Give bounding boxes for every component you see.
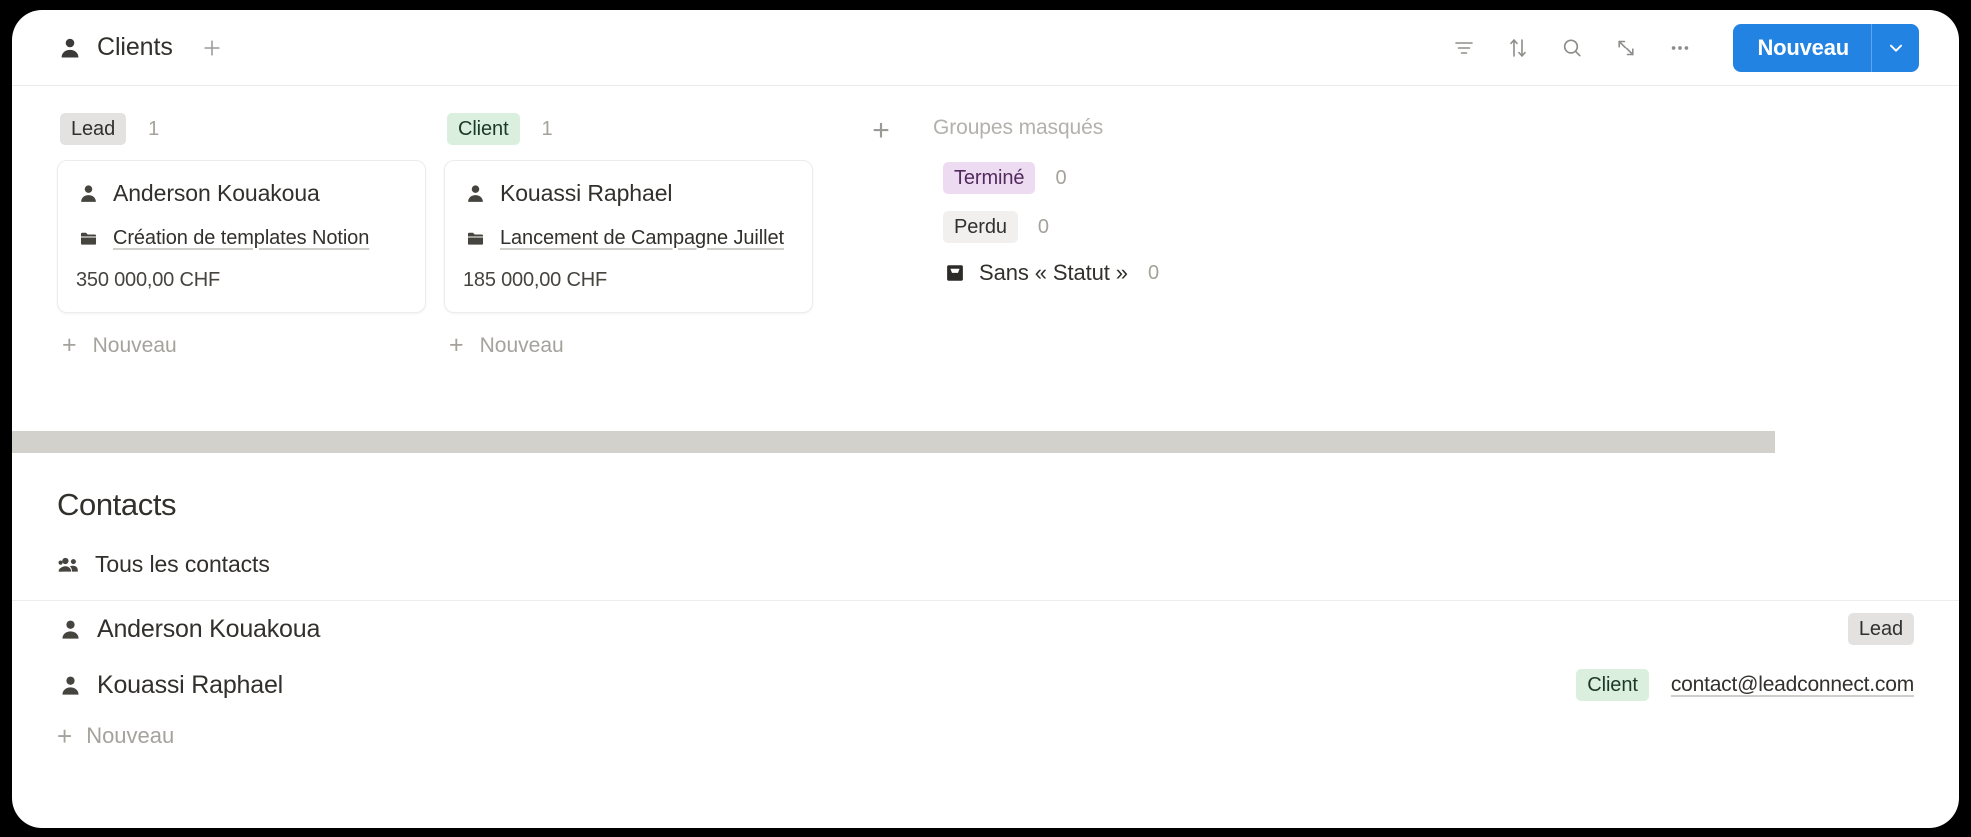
card-project-row: Lancement de Campagne Juillet (463, 226, 794, 250)
status-badge: Lead (60, 113, 127, 145)
horizontal-scrollbar[interactable] (12, 431, 1775, 453)
filter-icon[interactable] (1449, 33, 1479, 63)
card-person-row: Kouassi Raphael (463, 180, 794, 207)
board-column-lead: Lead 1 Anderson Kouakoua Création de tem… (57, 112, 426, 358)
person-icon (57, 35, 83, 61)
hidden-group-count: 0 (1037, 215, 1049, 238)
folder-icon (463, 226, 487, 250)
horizontal-scrollbar-track[interactable] (12, 431, 1959, 453)
card-person-name: Anderson Kouakoua (113, 180, 320, 206)
tab-all-contacts[interactable]: Tous les contacts (57, 551, 1914, 600)
table-row[interactable]: Anderson Kouakoua Lead (57, 601, 1914, 657)
inbox-icon (943, 261, 967, 285)
card-person-name: Kouassi Raphael (500, 180, 673, 206)
column-count: 1 (148, 117, 160, 140)
plus-icon: + (872, 114, 890, 147)
contacts-new-label: Nouveau (86, 723, 175, 748)
more-icon[interactable] (1665, 33, 1695, 63)
hidden-group-label: Sans « Statut » (979, 260, 1128, 285)
contact-meta: Lead (1847, 613, 1914, 645)
page-title: Clients (97, 33, 173, 61)
app-window: Clients Nouveau Lead 1 Anderson Kouakoua… (12, 10, 1959, 828)
column-new-button[interactable]: + Nouveau (444, 333, 813, 358)
status-badge: Client (447, 113, 520, 145)
card-amount-row: 185 000,00 CHF (463, 269, 794, 292)
card-amount: 350 000,00 CHF (76, 269, 220, 291)
card-project-link[interactable]: Lancement de Campagne Juillet (500, 227, 784, 250)
expand-icon[interactable] (1611, 33, 1641, 63)
table-row[interactable]: Kouassi Raphael Client contact@leadconne… (57, 657, 1914, 713)
person-icon (57, 672, 83, 698)
sort-icon[interactable] (1503, 33, 1533, 63)
contact-name: Anderson Kouakoua (97, 614, 321, 643)
hidden-groups-panel: Groupes masqués Terminé 0 Perdu 0 Sans «… (931, 112, 1959, 303)
person-icon (463, 182, 487, 206)
status-badge: Lead (1847, 613, 1914, 645)
header-left-group: Clients (57, 33, 227, 63)
column-new-label: Nouveau (92, 333, 177, 357)
person-icon (57, 616, 83, 642)
hidden-groups-title: Groupes masqués (933, 116, 1104, 139)
status-badge: Perdu (943, 211, 1018, 243)
plus-icon: + (449, 331, 464, 359)
contact-email[interactable]: contact@leadconnect.com (1671, 673, 1914, 697)
contacts-new-button[interactable]: + Nouveau (57, 723, 1914, 749)
column-header[interactable]: Lead 1 (57, 112, 426, 146)
contact-name: Kouassi Raphael (97, 670, 284, 699)
hidden-group-label-group: Sans « Statut » (943, 260, 1128, 286)
hidden-group-termine[interactable]: Terminé 0 (931, 162, 1959, 194)
new-button[interactable]: Nouveau (1733, 23, 1919, 72)
board-card[interactable]: Anderson Kouakoua Création de templates … (57, 160, 426, 313)
hidden-group-count: 0 (1147, 261, 1160, 284)
add-group-button[interactable]: + (831, 112, 931, 146)
plus-icon: + (62, 331, 77, 359)
card-project-link[interactable]: Création de templates Notion (113, 227, 369, 250)
people-group-icon (57, 553, 81, 577)
card-amount: 185 000,00 CHF (463, 269, 607, 291)
database-header: Clients Nouveau (12, 10, 1959, 86)
contact-name-group: Anderson Kouakoua (57, 615, 320, 644)
status-badge: Client (1576, 669, 1649, 701)
hidden-group-sans-statut[interactable]: Sans « Statut » 0 (931, 260, 1959, 286)
contacts-heading: Contacts (57, 487, 177, 522)
tab-all-contacts-label: Tous les contacts (95, 551, 270, 577)
contacts-section: Contacts Tous les contacts Anderson Koua… (12, 453, 1959, 749)
new-button-label: Nouveau (1757, 34, 1849, 60)
hidden-group-count: 0 (1055, 166, 1067, 189)
board-view: Lead 1 Anderson Kouakoua Création de tem… (12, 86, 1959, 431)
column-count: 1 (541, 117, 553, 140)
contact-meta: Client contact@leadconnect.com (1576, 669, 1914, 701)
column-header[interactable]: Client 1 (444, 112, 813, 146)
column-new-button[interactable]: + Nouveau (57, 333, 426, 358)
board-column-client: Client 1 Kouassi Raphael Lancement de Ca… (444, 112, 813, 358)
status-badge: Terminé (943, 162, 1036, 194)
column-new-label: Nouveau (479, 333, 564, 357)
hidden-group-perdu[interactable]: Perdu 0 (931, 211, 1959, 243)
add-view-icon[interactable] (197, 33, 227, 63)
person-icon (76, 182, 100, 206)
plus-icon: + (57, 721, 73, 751)
card-project-row: Création de templates Notion (76, 226, 407, 250)
search-icon[interactable] (1557, 33, 1587, 63)
card-amount-row: 350 000,00 CHF (76, 269, 407, 292)
folder-icon (76, 226, 100, 250)
card-person-row: Anderson Kouakoua (76, 180, 407, 207)
chevron-down-icon[interactable] (1871, 23, 1919, 72)
header-toolbar: Nouveau (1449, 23, 1919, 72)
contact-name-group: Kouassi Raphael (57, 671, 283, 700)
board-card[interactable]: Kouassi Raphael Lancement de Campagne Ju… (444, 160, 813, 313)
